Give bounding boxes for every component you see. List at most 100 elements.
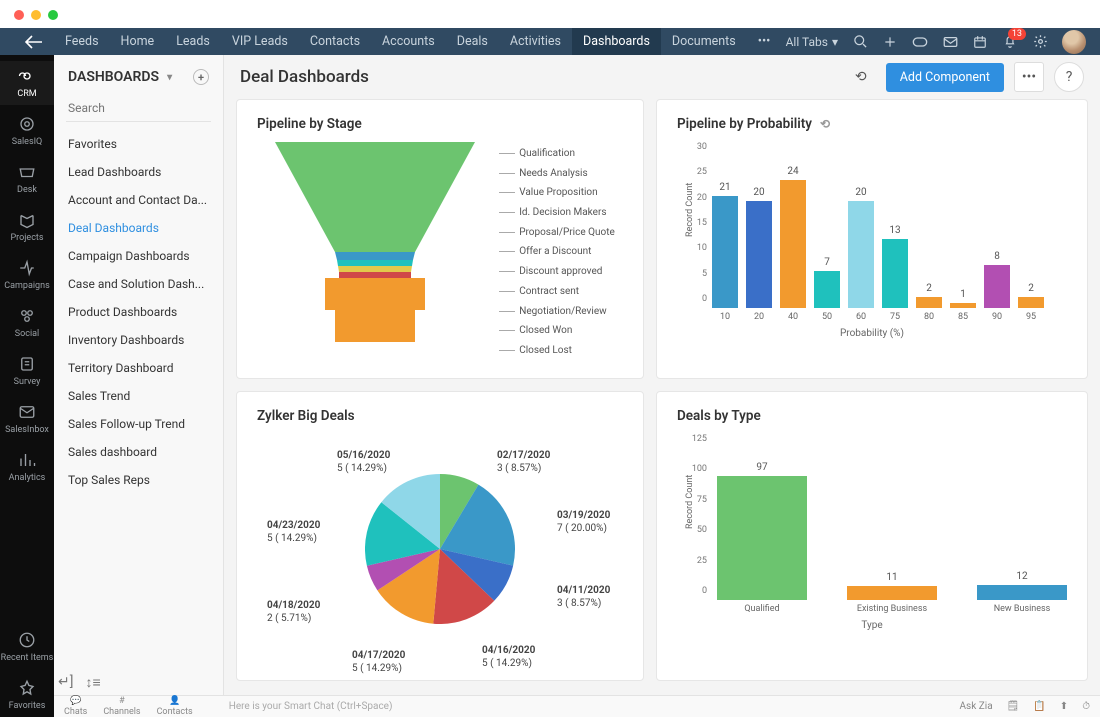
list-item[interactable]: Lead Dashboards (54, 158, 223, 186)
tab-activities[interactable]: Activities (499, 28, 572, 55)
rail-campaigns[interactable]: Campaigns (0, 253, 54, 297)
rail-projects[interactable]: Projects (0, 205, 54, 249)
card-title: Zylker Big Deals (257, 408, 355, 424)
chevron-down-icon[interactable]: ▾ (167, 72, 172, 83)
tab-accounts[interactable]: Accounts (371, 28, 446, 55)
funnel-stage-label: Discount approved (499, 266, 615, 277)
collapse-panel-icon[interactable]: ↵] (58, 674, 73, 691)
pie-slice-label: 04/11/20203 ( 8.57%) (557, 584, 610, 610)
plus-icon[interactable] (882, 34, 898, 50)
note-icon[interactable]: 🗒 (1007, 701, 1020, 712)
add-component-button[interactable]: Add Component (886, 63, 1004, 92)
more-tabs-icon[interactable]: ••• (747, 28, 782, 55)
main-header: Deal Dashboards ⟲ Add Component ••• ? (224, 55, 1100, 99)
rail-desk[interactable]: Desk (0, 157, 54, 201)
tab-deals[interactable]: Deals (446, 28, 499, 55)
funnel-stage-label: Qualification (499, 148, 615, 159)
bar: 750 (813, 257, 841, 322)
list-item[interactable]: Sales Trend (54, 382, 223, 410)
bar-chart-probability: Record Count 302520151050 21102020244075… (677, 142, 1067, 322)
tab-feeds[interactable]: Feeds (54, 28, 110, 55)
main-area: Deal Dashboards ⟲ Add Component ••• ? Pi… (224, 55, 1100, 695)
rail-salesiq[interactable]: SalesIQ (0, 109, 54, 153)
list-item[interactable]: Sales dashboard (54, 438, 223, 466)
avatar[interactable] (1062, 30, 1086, 54)
rail-recent-items[interactable]: Recent Items (0, 625, 54, 669)
pie-slice-label: 05/16/20205 ( 14.29%) (337, 449, 390, 475)
add-dashboard-button[interactable]: + (193, 69, 209, 85)
bar: 12New Business (977, 571, 1067, 614)
close-icon[interactable] (14, 10, 24, 20)
bar: 2020 (745, 187, 773, 322)
all-tabs-dropdown[interactable]: All Tabs ▾ (786, 35, 838, 49)
refresh-icon[interactable]: ⟲ (820, 117, 830, 131)
bar: 2110 (711, 182, 739, 322)
list-item[interactable]: Top Sales Reps (54, 466, 223, 494)
pie-chart: 02/17/20203 ( 8.57%)03/19/20207 ( 20.00%… (257, 434, 623, 664)
funnel-stage-label: Negotiation/Review (499, 306, 615, 317)
rail-survey[interactable]: Survey (0, 349, 54, 393)
funnel-stage-label: Id. Decision Makers (499, 207, 615, 218)
list-item[interactable]: Campaign Dashboards (54, 242, 223, 270)
refresh-icon[interactable]: ⟲ (846, 62, 876, 92)
card-deals-by-type: Deals by Type Record Count 1251007550250… (656, 391, 1088, 681)
tab-dashboards[interactable]: Dashboards (572, 28, 661, 55)
back-icon[interactable] (14, 35, 54, 49)
maximize-icon[interactable] (48, 10, 58, 20)
list-item[interactable]: Account and Contact Da... (54, 186, 223, 214)
ask-zia-button[interactable]: Ask Zia (960, 701, 993, 712)
card-pipeline-by-probability: Pipeline by Probability ⟲ Record Count 3… (656, 99, 1088, 379)
list-item[interactable]: Product Dashboards (54, 298, 223, 326)
more-icon[interactable]: ••• (1014, 62, 1044, 92)
clipboard-icon[interactable]: 📋 (1033, 701, 1045, 712)
bar: 2060 (847, 187, 875, 322)
search-input[interactable] (66, 95, 211, 122)
tab-contacts[interactable]: Contacts (299, 28, 371, 55)
list-item[interactable]: Case and Solution Dash... (54, 270, 223, 298)
list-item[interactable]: Territory Dashboard (54, 354, 223, 382)
search-box (66, 95, 211, 122)
page-title: Deal Dashboards (240, 67, 369, 87)
dashboard-panel: DASHBOARDS ▾ + FavoritesLead DashboardsA… (54, 55, 224, 695)
minimize-icon[interactable] (31, 10, 41, 20)
panel-title: DASHBOARDS (68, 69, 159, 85)
rail-analytics[interactable]: Analytics (0, 445, 54, 489)
list-item[interactable]: Favorites (54, 130, 223, 158)
rail-favorites[interactable]: Favorites (0, 673, 54, 717)
pie-slice-label: 04/23/20205 ( 14.29%) (267, 519, 320, 545)
clock-icon[interactable]: ⏱ (1082, 701, 1090, 712)
list-item[interactable]: Inventory Dashboards (54, 326, 223, 354)
mail-icon[interactable] (942, 34, 958, 50)
tab-home[interactable]: Home (110, 28, 166, 55)
list-item[interactable]: Sales Follow-up Trend (54, 410, 223, 438)
rail-social[interactable]: Social (0, 301, 54, 345)
rail-salesinbox[interactable]: SalesInbox (0, 397, 54, 441)
funnel-stage-label: Value Proposition (499, 187, 615, 198)
panel-tools: ↵] ↕≡ (58, 674, 101, 691)
bottom-tab-channels[interactable]: #Channels (103, 696, 140, 717)
sort-panel-icon[interactable]: ↕≡ (85, 674, 100, 691)
upload-icon[interactable]: ⬆ (1060, 701, 1068, 712)
tab-vip-leads[interactable]: VIP Leads (221, 28, 299, 55)
bottom-tab-chats[interactable]: 💬Chats (64, 696, 87, 717)
pie-slice-label: 03/19/20207 ( 20.00%) (557, 509, 610, 535)
bell-icon[interactable]: 13 (1002, 34, 1018, 50)
gear-icon[interactable] (1032, 34, 1048, 50)
bar: 280 (915, 283, 943, 322)
rail-crm[interactable]: CRM (0, 61, 54, 105)
funnel-stage-label: Closed Won (499, 325, 615, 336)
tab-documents[interactable]: Documents (661, 28, 747, 55)
funnel-stage-label: Offer a Discount (499, 246, 615, 257)
list-item[interactable]: Deal Dashboards (54, 214, 223, 242)
bar: 1375 (881, 225, 909, 322)
calendar-icon[interactable] (972, 34, 988, 50)
smart-chat-hint[interactable]: Here is your Smart Chat (Ctrl+Space) (229, 701, 393, 712)
bottom-tab-contacts[interactable]: 👤Contacts (157, 696, 193, 717)
help-icon[interactable]: ? (1054, 62, 1084, 92)
funnel-stage-label: Proposal/Price Quote (499, 227, 615, 238)
tab-leads[interactable]: Leads (165, 28, 221, 55)
gamepad-icon[interactable] (912, 34, 928, 50)
search-icon[interactable] (852, 34, 868, 50)
card-pipeline-by-stage: Pipeline by Stage QualificationNeeds Ana… (236, 99, 644, 379)
card-title: Deals by Type (677, 408, 761, 424)
